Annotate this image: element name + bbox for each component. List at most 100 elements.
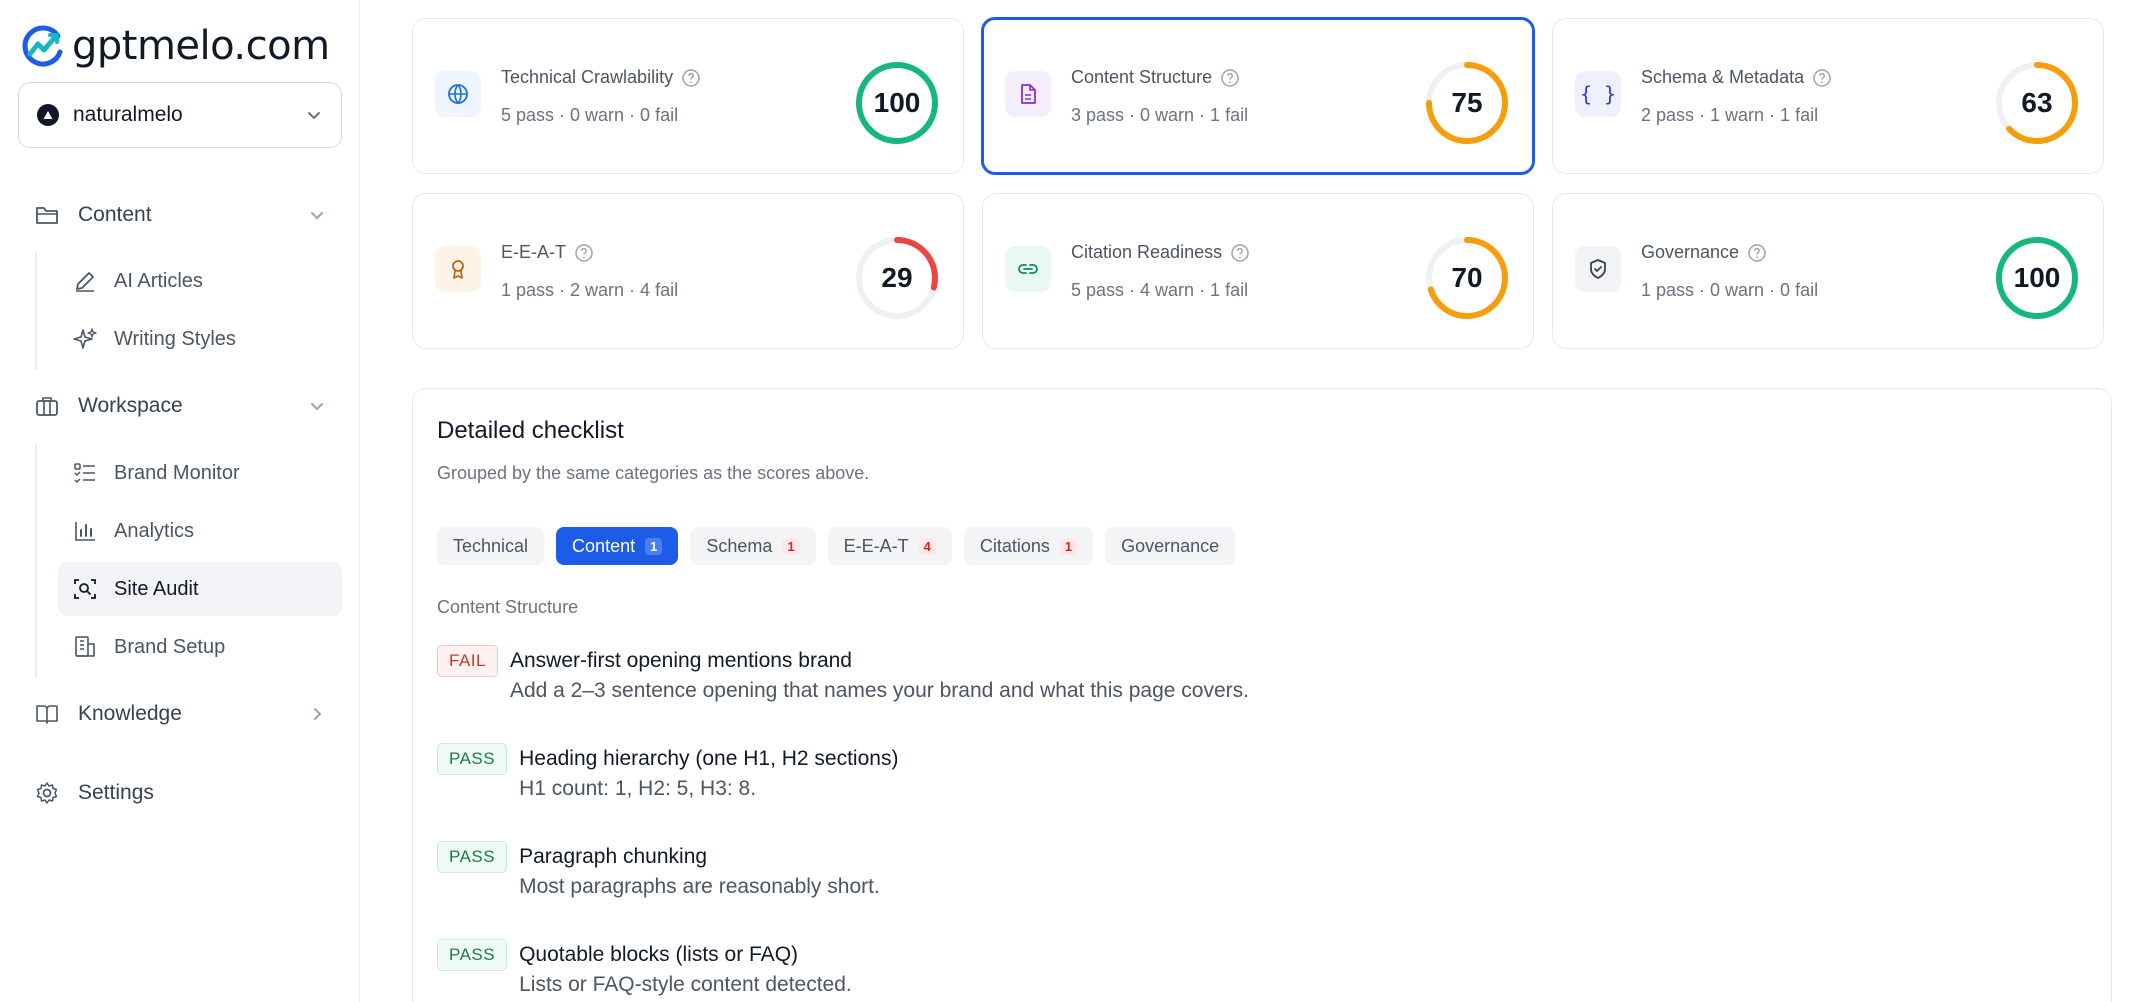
- sidebar: gptmelo.com naturalmelo Content AI Artic…: [0, 0, 360, 1002]
- chevron-down-icon: [311, 212, 323, 219]
- help-icon[interactable]: [1747, 243, 1767, 263]
- score-card-governance[interactable]: Governance 1 pass · 0 warn · 0 fail 100: [1552, 193, 2104, 349]
- sidebar-item-label: Analytics: [114, 519, 195, 542]
- help-icon[interactable]: [681, 68, 701, 88]
- score-card-citation-readiness[interactable]: Citation Readiness 5 pass · 4 warn · 1 f…: [982, 193, 1534, 349]
- workspace-name: naturalmelo: [73, 103, 183, 126]
- score-card-summary: 1 pass · 2 warn · 4 fail: [501, 280, 679, 300]
- nav-group-knowledge[interactable]: Knowledge: [18, 686, 342, 742]
- status-badge: FAIL: [437, 645, 498, 677]
- score-card-summary: 5 pass · 4 warn · 1 fail: [1071, 280, 1249, 300]
- pen-icon: [76, 272, 94, 292]
- score-value: 70: [1451, 262, 1483, 293]
- check-item: FAIL Answer-first opening mentions brand…: [437, 645, 1249, 705]
- sidebar-item-ai-articles[interactable]: AI Articles: [58, 254, 342, 308]
- chevron-down-icon: [308, 112, 320, 119]
- tab-count-badge: 4: [918, 537, 936, 555]
- braces-icon: { }: [1575, 71, 1621, 117]
- tab-count-badge: 1: [1059, 537, 1078, 555]
- score-card-title: Content Structure: [1071, 67, 1240, 88]
- brand-logo[interactable]: gptmelo.com: [18, 22, 330, 70]
- book-open-icon: [36, 705, 58, 724]
- nav-group-label: Knowledge: [78, 702, 182, 725]
- check-title: Paragraph chunking: [519, 845, 708, 868]
- tab-count-badge: 1: [782, 537, 800, 555]
- help-icon[interactable]: [574, 243, 594, 263]
- chevron-down-icon: [311, 403, 323, 410]
- check-detail: Lists or FAQ-style content detected.: [519, 973, 852, 996]
- tab-schema[interactable]: Schema 1: [690, 527, 816, 565]
- sidebar-item-writing-styles[interactable]: Writing Styles: [58, 312, 342, 366]
- score-card-summary: 1 pass · 0 warn · 0 fail: [1641, 280, 1819, 300]
- briefcase-icon: [36, 397, 58, 416]
- tab-governance[interactable]: Governance: [1105, 527, 1236, 565]
- help-icon[interactable]: [1812, 68, 1832, 88]
- sidebar-item-brand-monitor[interactable]: Brand Monitor: [58, 446, 342, 500]
- tab-technical[interactable]: Technical: [437, 527, 545, 565]
- nav-group-label: Settings: [78, 781, 154, 804]
- score-card-schema-metadata[interactable]: { } Schema & Metadata 2 pass · 1 warn · …: [1552, 18, 2104, 174]
- nav-group-label: Content: [78, 203, 152, 226]
- status-badge: PASS: [437, 841, 508, 873]
- score-card-technical-crawlability[interactable]: Technical Crawlability 5 pass · 0 warn ·…: [412, 18, 964, 174]
- workspace-selector[interactable]: naturalmelo: [18, 82, 342, 148]
- score-card-title: Citation Readiness: [1071, 242, 1250, 263]
- help-icon[interactable]: [1230, 243, 1250, 263]
- score-value: 63: [2021, 87, 2053, 118]
- check-detail: Add a 2–3 sentence opening that names yo…: [509, 679, 1249, 702]
- score-card-summary: 5 pass · 0 warn · 0 fail: [501, 105, 679, 125]
- chevron-right-icon: [314, 708, 321, 720]
- score-card-eeat[interactable]: E-E-A-T 1 pass · 2 warn · 4 fail 29: [412, 193, 964, 349]
- check-title: Heading hierarchy (one H1, H2 sections): [519, 747, 899, 770]
- folder-icon: [36, 207, 58, 224]
- document-icon: [1005, 71, 1051, 117]
- sidebar-item-site-audit[interactable]: Site Audit: [58, 562, 342, 616]
- nav-settings[interactable]: Settings: [18, 765, 342, 821]
- score-value: 100: [873, 87, 921, 118]
- nav-group-content[interactable]: Content: [18, 187, 342, 243]
- checklist-icon: [74, 463, 95, 484]
- score-value: 100: [2013, 262, 2061, 293]
- tab-content[interactable]: Content 1: [556, 527, 679, 565]
- gear-icon: [36, 782, 58, 804]
- nav-tree-line: [35, 252, 37, 370]
- score-card-title: Governance: [1641, 242, 1767, 263]
- score-card-title: Schema & Metadata: [1641, 67, 1832, 88]
- award-icon: [435, 246, 481, 292]
- sidebar-item-label: Brand Setup: [114, 635, 226, 658]
- sidebar-item-label: Writing Styles: [114, 327, 236, 350]
- brand-name: gptmelo.com: [72, 23, 330, 69]
- score-value: 75: [1451, 87, 1483, 118]
- check-title: Quotable blocks (lists or FAQ): [519, 943, 799, 966]
- score-card-summary: 2 pass · 1 warn · 1 fail: [1641, 105, 1819, 125]
- building-icon: [75, 636, 95, 657]
- workspace-avatar-icon: [37, 104, 59, 126]
- check-detail: Most paragraphs are reasonably short.: [519, 875, 880, 898]
- sparkles-icon: [73, 328, 97, 349]
- category-tabs: Technical Content 1 Schema 1 E-E-A-T 4 Cita…: [437, 527, 1236, 565]
- sidebar-item-analytics[interactable]: Analytics: [58, 504, 342, 558]
- checklist-subtitle: Grouped by the same categories as the sc…: [437, 463, 870, 483]
- shield-icon: [1575, 246, 1621, 292]
- nav-group-label: Workspace: [78, 394, 183, 417]
- sidebar-item-label: Brand Monitor: [114, 461, 240, 484]
- tab-eeat[interactable]: E-E-A-T 4: [827, 527, 952, 565]
- check-item: PASS Quotable blocks (lists or FAQ) List…: [437, 939, 852, 999]
- section-label: Content Structure: [437, 597, 579, 617]
- bar-chart-icon: [75, 522, 95, 541]
- help-icon[interactable]: [1220, 68, 1240, 88]
- score-card-title: Technical Crawlability: [501, 67, 701, 88]
- sidebar-item-label: AI Articles: [114, 269, 203, 292]
- sidebar-item-brand-setup[interactable]: Brand Setup: [58, 620, 342, 674]
- checklist-title: Detailed checklist: [437, 417, 624, 444]
- score-value: 29: [881, 262, 913, 293]
- score-card-content-structure[interactable]: Content Structure 3 pass · 0 warn · 1 fa…: [981, 17, 1535, 175]
- tab-citations[interactable]: Citations 1: [963, 527, 1094, 565]
- tab-count-badge: 1: [645, 537, 663, 555]
- globe-icon: [435, 71, 481, 117]
- nav-tree-line: [35, 444, 37, 678]
- logo-icon: [22, 25, 63, 67]
- check-item: PASS Heading hierarchy (one H1, H2 secti…: [437, 743, 898, 803]
- check-detail: H1 count: 1, H2: 5, H3: 8.: [519, 777, 757, 800]
- nav-group-workspace[interactable]: Workspace: [18, 378, 342, 434]
